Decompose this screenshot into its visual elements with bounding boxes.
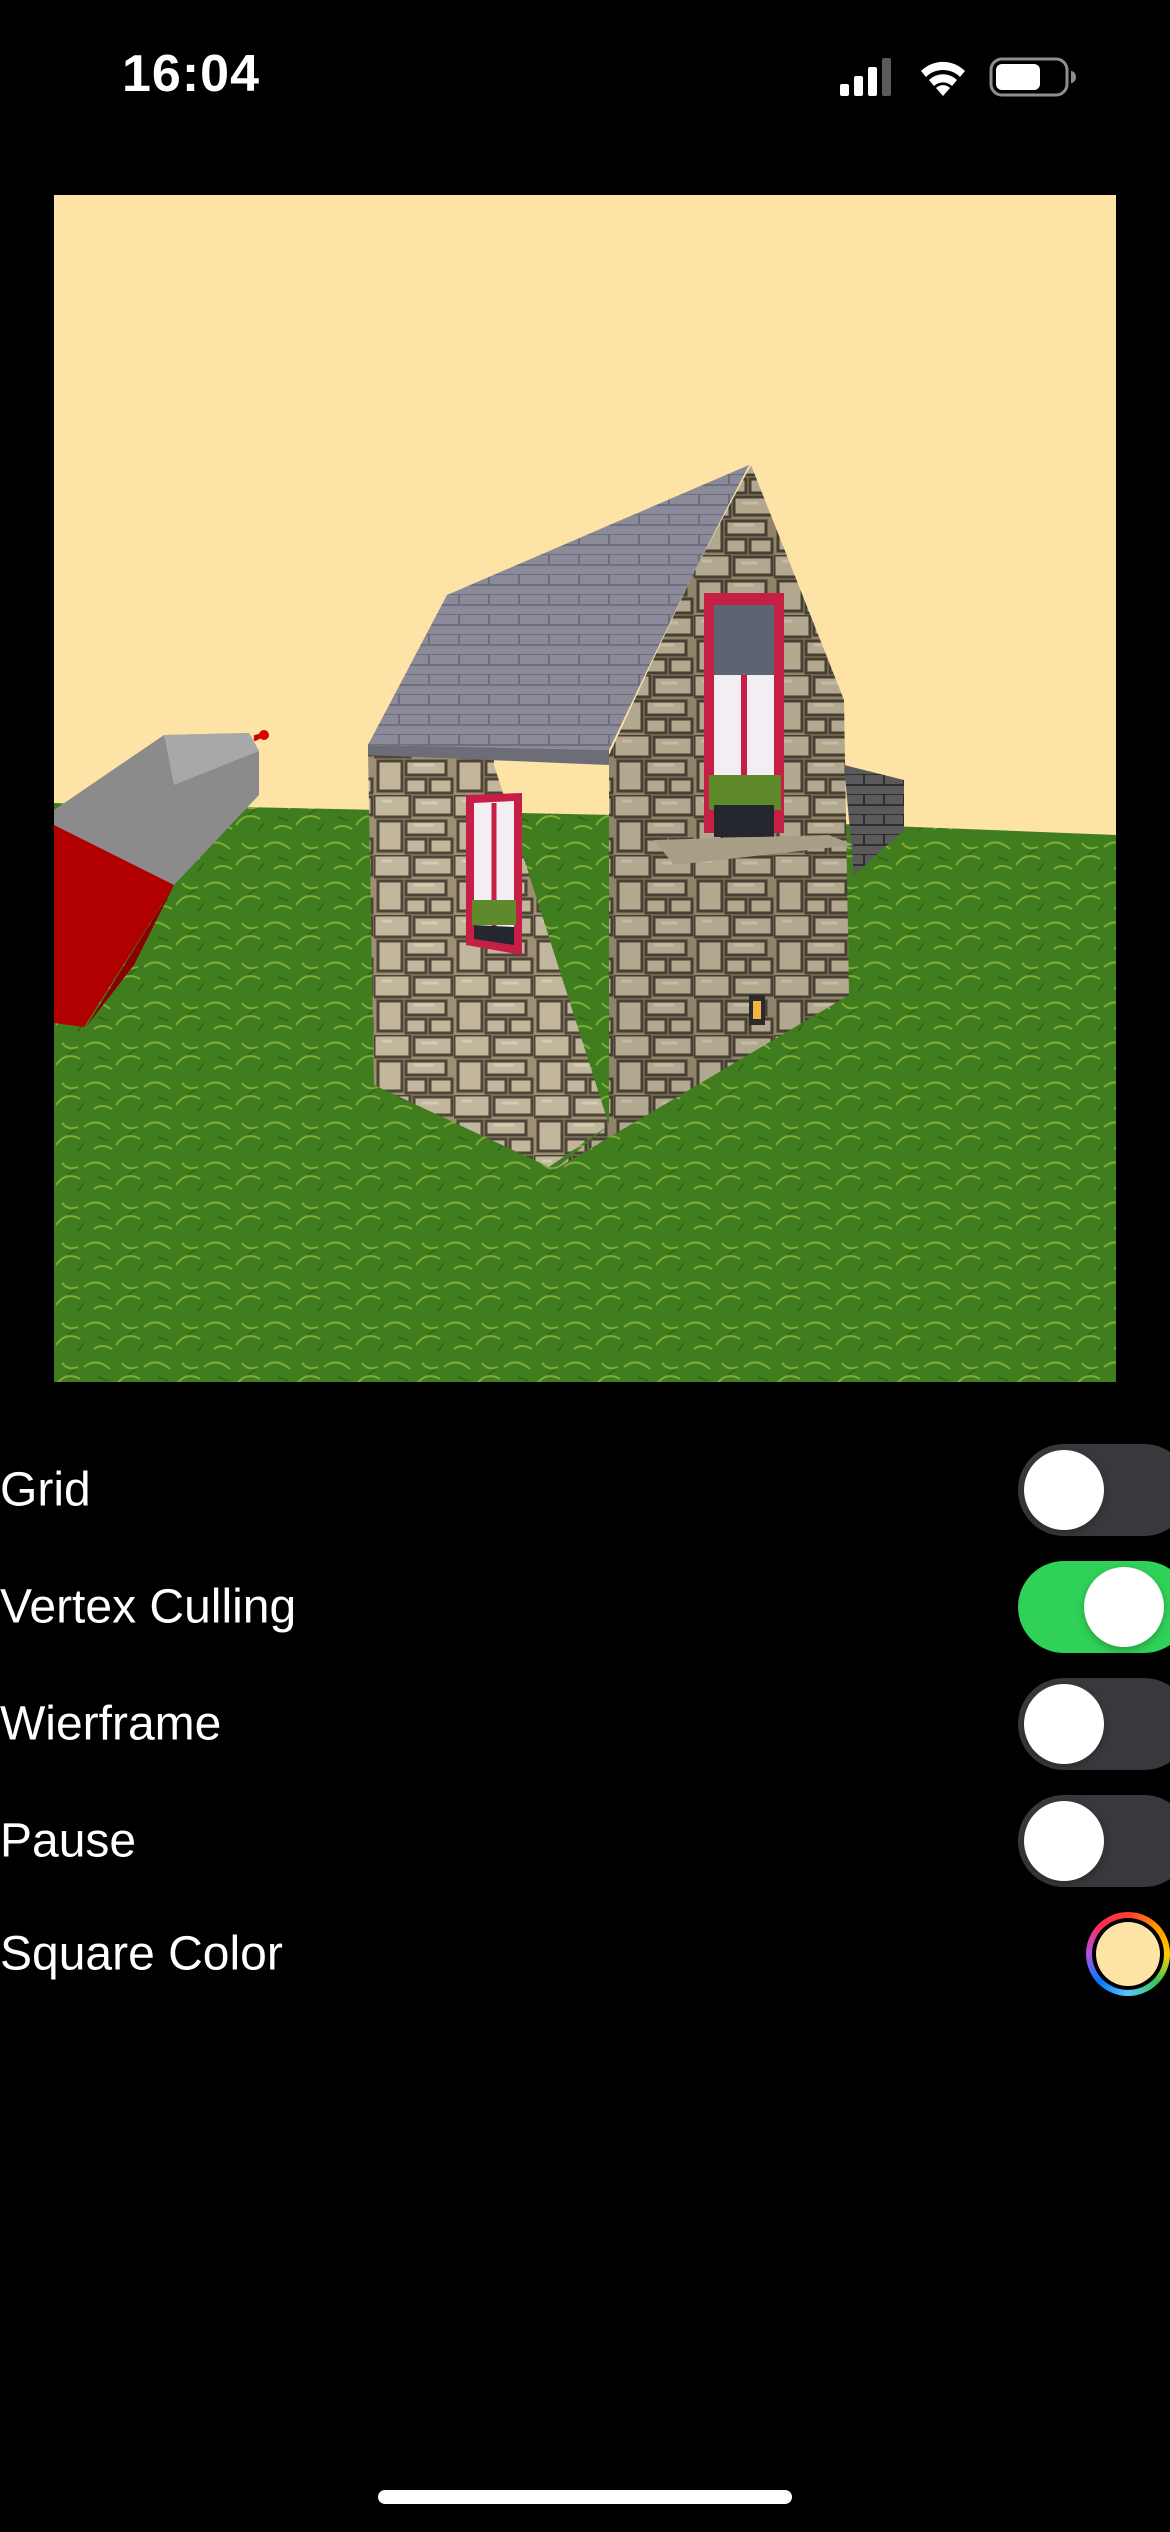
- toggle-knob: [1084, 1567, 1164, 1647]
- status-time: 16:04: [122, 45, 260, 103]
- screen: 16:04 Grid Vertex Culling Wierframe Paus…: [0, 0, 1170, 2532]
- square-color-label: Square Color: [0, 1927, 283, 1981]
- pause-label: Pause: [0, 1814, 137, 1868]
- square-color-row: Square Color: [0, 1904, 1170, 2004]
- render-viewport[interactable]: [54, 195, 1116, 1382]
- toggle-knob: [1024, 1684, 1104, 1764]
- vertex-culling-label: Vertex Culling: [0, 1580, 297, 1634]
- wireframe-toggle[interactable]: [1018, 1678, 1170, 1770]
- status-icons: [840, 56, 1090, 100]
- grid-label: Grid: [0, 1463, 91, 1517]
- pause-toggle[interactable]: [1018, 1795, 1170, 1887]
- battery-icon: [989, 57, 1076, 97]
- wireframe-row: Wierframe: [0, 1674, 1170, 1774]
- status-bar: 16:04: [0, 0, 1170, 150]
- wifi-icon: [921, 61, 965, 96]
- color-picker-well[interactable]: [1086, 1912, 1170, 1996]
- grid-row: Grid: [0, 1440, 1170, 1540]
- pause-row: Pause: [0, 1791, 1170, 1891]
- wireframe-label: Wierframe: [0, 1697, 222, 1751]
- toggle-knob: [1024, 1450, 1104, 1530]
- color-swatch: [1096, 1922, 1160, 1986]
- vertex-culling-row: Vertex Culling: [0, 1557, 1170, 1657]
- cellular-signal-icon: [840, 58, 891, 96]
- toggle-knob: [1024, 1801, 1104, 1881]
- grid-toggle[interactable]: [1018, 1444, 1170, 1536]
- vertex-culling-toggle[interactable]: [1018, 1561, 1170, 1653]
- home-indicator[interactable]: [378, 2490, 792, 2504]
